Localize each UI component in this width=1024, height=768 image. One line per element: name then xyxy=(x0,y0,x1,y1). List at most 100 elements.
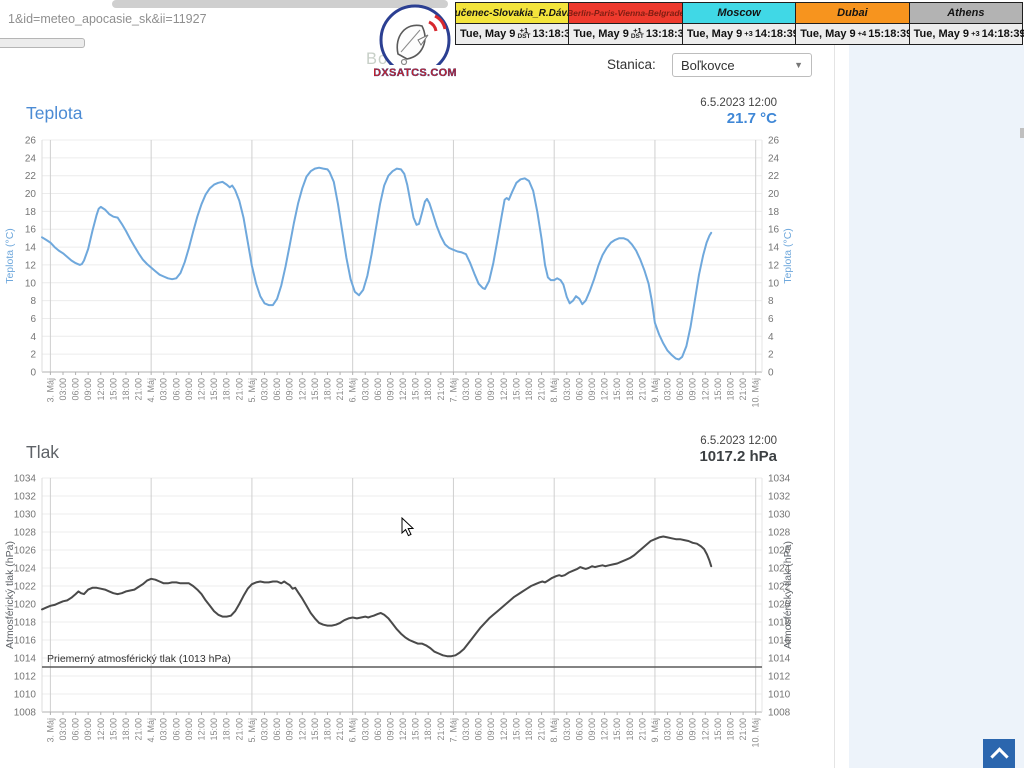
clock-time: 14:18:39 xyxy=(982,28,1024,40)
pressure-chart[interactable]: 1008100810101010101210121014101410161016… xyxy=(0,469,800,768)
x-tick-label: 06:00 xyxy=(574,378,584,401)
clock-city-label: Moscow xyxy=(683,3,795,24)
x-tick-label: 09:00 xyxy=(587,718,597,741)
x-tick-label: 06:00 xyxy=(574,718,584,741)
x-tick-label: 12:00 xyxy=(600,718,610,741)
y-tick-label-left: 6 xyxy=(30,314,36,325)
x-tick-label: 21:00 xyxy=(436,718,446,741)
x-tick-label: 21:00 xyxy=(234,378,244,401)
temperature-chart-title: Teplota xyxy=(26,103,82,124)
x-tick-label: 21:00 xyxy=(134,378,144,401)
clock-utc-offset: +3 xyxy=(744,31,753,38)
x-tick-label: 03:00 xyxy=(159,378,169,401)
x-tick-label: 21:00 xyxy=(436,378,446,401)
x-tick-label: 15:00 xyxy=(411,378,421,401)
secondary-scrollbar-thumb[interactable] xyxy=(0,38,85,48)
y-tick-label-left: 16 xyxy=(25,225,37,236)
x-tick-label: 21:00 xyxy=(335,718,345,741)
tlak-series-line xyxy=(42,537,711,657)
x-tick-label: 8. Máj xyxy=(549,718,559,743)
x-tick-label: 15:00 xyxy=(612,378,622,401)
x-tick-label: 21:00 xyxy=(738,718,748,741)
x-tick-label: 15:00 xyxy=(411,718,421,741)
x-tick-label: 06:00 xyxy=(474,378,484,401)
x-tick-label: 09:00 xyxy=(486,378,496,401)
y-tick-label-right: 1028 xyxy=(768,528,791,539)
x-tick-label: 4. Máj xyxy=(146,718,156,743)
x-tick-label: 15:00 xyxy=(209,378,219,401)
clock-time: 15:18:39 xyxy=(868,28,912,40)
x-tick-label: 03:00 xyxy=(159,718,169,741)
x-tick-label: 5. Máj xyxy=(247,718,257,743)
x-tick-label: 06:00 xyxy=(272,378,282,401)
x-tick-label: 9. Máj xyxy=(650,718,660,743)
y-tick-label-left: 1022 xyxy=(14,582,37,593)
x-tick-label: 6. Máj xyxy=(348,378,358,403)
x-tick-label: 09:00 xyxy=(688,718,698,741)
y-tick-label-left: 10 xyxy=(25,278,37,289)
x-tick-label: 18:00 xyxy=(222,718,232,741)
x-tick-label: 21:00 xyxy=(335,378,345,401)
teplota-series-line xyxy=(42,168,711,360)
y-tick-label-left: 24 xyxy=(25,153,37,164)
y-tick-label-right: 0 xyxy=(768,368,774,379)
x-tick-label: 03:00 xyxy=(58,718,68,741)
x-tick-label: 15:00 xyxy=(713,718,723,741)
x-tick-label: 18:00 xyxy=(524,378,534,401)
y-tick-label-left: 4 xyxy=(30,332,36,343)
x-tick-label: 21:00 xyxy=(537,378,547,401)
temperature-current-value: 21.7 °C xyxy=(477,110,777,127)
x-tick-label: 18:00 xyxy=(625,378,635,401)
station-select[interactable]: Boľkovce ▼ xyxy=(672,53,812,77)
y-tick-label-right: 24 xyxy=(768,153,780,164)
y-tick-label-right: 8 xyxy=(768,296,774,307)
x-tick-label: 06:00 xyxy=(272,718,282,741)
x-tick-label: 06:00 xyxy=(373,718,383,741)
x-tick-label: 6. Máj xyxy=(348,718,358,743)
x-tick-label: 12:00 xyxy=(398,378,408,401)
y-tick-label-left: 12 xyxy=(25,260,37,271)
y-tick-label-right: 6 xyxy=(768,314,774,325)
x-tick-label: 03:00 xyxy=(663,378,673,401)
x-tick-label: 4. Máj xyxy=(146,378,156,403)
clock-time: 14:18:39 xyxy=(755,28,799,40)
y-tick-label-left: 0 xyxy=(30,368,36,379)
x-tick-label: 09:00 xyxy=(83,378,93,401)
x-tick-label: 03:00 xyxy=(58,378,68,401)
y-tick-label-left: 1030 xyxy=(14,510,37,521)
clock-2: Berlin-Paris-Vienna-BelgradeTue, May 9+1… xyxy=(568,3,681,44)
y-tick-label-right: 2 xyxy=(768,350,774,361)
x-tick-label: 03:00 xyxy=(360,718,370,741)
x-tick-label: 12:00 xyxy=(197,378,207,401)
y-tick-label-right: 1010 xyxy=(768,690,791,701)
y-tick-label-left: 1014 xyxy=(14,654,37,665)
x-tick-label: 12:00 xyxy=(398,718,408,741)
y-axis-title-left: Teplota (°C) xyxy=(4,228,16,284)
x-tick-label: 15:00 xyxy=(612,718,622,741)
clock-time-row: Tue, May 9+314:18:39 xyxy=(683,24,795,44)
y-tick-label-right: 1032 xyxy=(768,492,791,503)
y-tick-label-right: 22 xyxy=(768,171,780,182)
temperature-chart[interactable]: 0022446688101012121414161618182020222224… xyxy=(0,131,800,433)
x-tick-label: 18:00 xyxy=(121,718,131,741)
clock-utc-offset: +1DST xyxy=(631,28,644,41)
y-tick-label-right: 1008 xyxy=(768,708,791,719)
x-tick-label: 12:00 xyxy=(600,378,610,401)
y-tick-label-left: 8 xyxy=(30,296,36,307)
y-tick-label-left: 18 xyxy=(25,207,37,218)
vertical-scrollbar-thumb[interactable] xyxy=(1020,128,1024,138)
dxsatcs-logo[interactable]: DXSATCS.COM xyxy=(374,2,456,86)
x-tick-label: 21:00 xyxy=(637,718,647,741)
content-edge-divider xyxy=(834,45,835,768)
x-tick-label: 15:00 xyxy=(511,378,521,401)
clock-utc-offset: +3 xyxy=(971,31,980,38)
mouse-cursor xyxy=(401,517,415,537)
x-tick-label: 12:00 xyxy=(297,718,307,741)
x-tick-label: 15:00 xyxy=(511,718,521,741)
x-tick-label: 18:00 xyxy=(121,378,131,401)
y-tick-label-right: 16 xyxy=(768,225,780,236)
x-tick-label: 03:00 xyxy=(461,718,471,741)
scroll-to-top-button[interactable] xyxy=(983,739,1015,768)
x-tick-label: 12:00 xyxy=(499,378,509,401)
url-fragment-text: 1&id=meteo_apocasie_sk&ii=11927 xyxy=(8,12,207,26)
